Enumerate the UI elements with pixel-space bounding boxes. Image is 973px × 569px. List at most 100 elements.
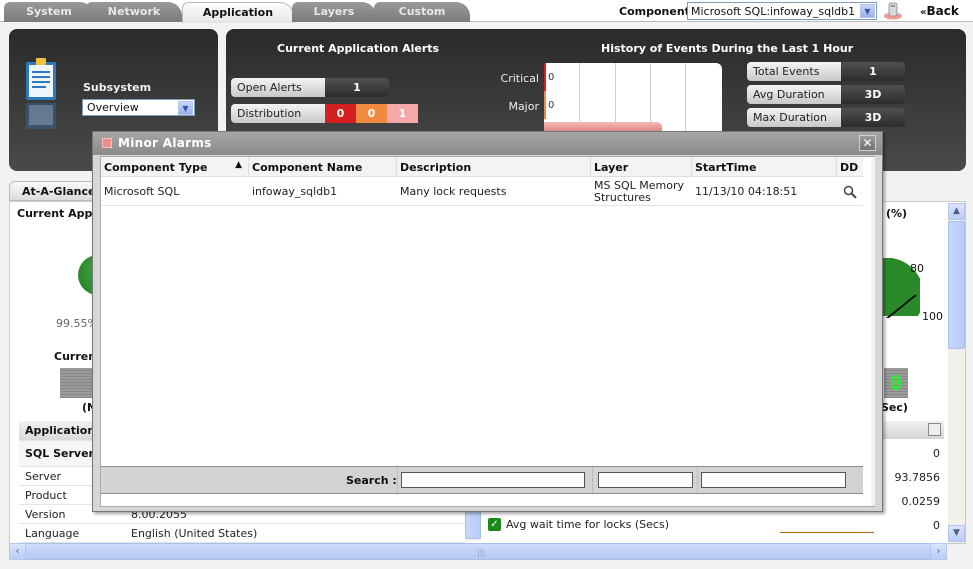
divider — [592, 467, 593, 493]
dialog-scrollbar[interactable] — [871, 157, 875, 506]
metric-label: Avg wait time for locks (Secs) — [506, 518, 669, 531]
gauge-tick-100: 100 — [922, 310, 943, 323]
distribution-pill: Distribution 0 0 1 — [231, 104, 418, 123]
scroll-grip-icon[interactable]: ||| — [477, 548, 485, 557]
grid-header: Component Type ▲ Component Name Descript… — [101, 157, 863, 177]
checkmark-icon[interactable]: ✓ — [488, 518, 501, 531]
dialog-title: Minor Alarms — [118, 136, 212, 150]
history-title: History of Events During the Last 1 Hour — [601, 42, 854, 55]
subsystem-select-value: Overview — [87, 101, 139, 114]
chevron-down-icon[interactable]: ▼ — [178, 101, 193, 115]
major-marker — [544, 91, 546, 119]
history-chart: 0 0 — [544, 63, 722, 133]
cell-description: Many lock requests — [400, 185, 507, 198]
max-duration-label: Max Duration — [747, 108, 841, 127]
vertical-scrollbar[interactable]: ▲ ▼ — [948, 203, 965, 543]
chevron-down-icon[interactable]: ▼ — [860, 4, 875, 18]
total-events-pill: Total Events 1 — [747, 62, 905, 81]
distribution-minor[interactable]: 1 — [387, 104, 418, 123]
column-starttime[interactable]: StartTime — [692, 157, 837, 176]
horizontal-scrollbar[interactable]: ‹ ||| › — [9, 543, 947, 560]
component-select-value: Microsoft SQL:infoway_sqldb1 — [691, 5, 856, 18]
maximize-icon[interactable] — [928, 423, 941, 436]
scroll-right-icon[interactable]: › — [930, 543, 947, 560]
subsystem-label: Subsystem — [83, 81, 152, 94]
metric-row: ✓ Avg wait time for locks (Secs) — [488, 518, 669, 531]
dialog-titlebar[interactable]: Minor Alarms ✕ — [93, 132, 882, 155]
open-alerts-label: Open Alerts — [231, 78, 325, 97]
search-input-starttime[interactable] — [701, 472, 846, 488]
cell-starttime: 11/13/10 04:18:51 — [695, 185, 798, 198]
distribution-label: Distribution — [231, 104, 325, 123]
led-display — [60, 368, 96, 398]
total-events-value: 1 — [841, 62, 905, 81]
avg-duration-pill: Avg Duration 3D — [747, 85, 905, 104]
distribution-major[interactable]: 0 — [356, 104, 387, 123]
column-description[interactable]: Description — [397, 157, 591, 176]
subsystem-select[interactable]: Overview ▼ — [82, 99, 195, 116]
search-input-description[interactable] — [401, 472, 585, 488]
back-label: Back — [926, 4, 959, 18]
row-value: English (United States) — [131, 527, 258, 540]
avg-duration-label: Avg Duration — [747, 85, 841, 104]
scroll-up-icon[interactable]: ▲ — [948, 203, 965, 220]
column-component-type[interactable]: Component Type ▲ — [101, 157, 249, 176]
column-layer[interactable]: Layer — [591, 157, 692, 176]
history-critical-label: Critical — [500, 72, 539, 85]
open-alerts-pill: Open Alerts 1 — [231, 78, 389, 97]
current-app-title: Current Appli — [17, 207, 100, 220]
scroll-down-icon[interactable]: ▼ — [948, 525, 965, 542]
cell-component-type: Microsoft SQL — [104, 185, 180, 198]
column-label: Component Type — [104, 161, 208, 174]
divider — [697, 467, 698, 493]
open-alerts-value: 1 — [325, 78, 389, 97]
column-component-name[interactable]: Component Name — [249, 157, 397, 176]
component-label: Component — [619, 5, 690, 18]
database-icon[interactable] — [883, 2, 903, 20]
tab-system[interactable]: System — [4, 2, 94, 22]
back-link[interactable]: «Back — [920, 4, 959, 18]
alarms-grid: Component Type ▲ Component Name Descript… — [100, 156, 875, 507]
minor-severity-icon — [102, 138, 112, 148]
max-duration-pill: Max Duration 3D — [747, 108, 905, 127]
table-row[interactable]: Microsoft SQL infoway_sqldb1 Many lock r… — [101, 178, 863, 206]
percent-label: (%) — [886, 207, 908, 220]
search-bar: Search : — [101, 466, 863, 494]
magnifier-icon[interactable] — [837, 178, 863, 205]
clipboard-icon — [26, 58, 56, 129]
current-alerts-title: Current Application Alerts — [277, 42, 440, 55]
app-root: System Network Application Layers Custom… — [0, 0, 973, 569]
component-select[interactable]: Microsoft SQL:infoway_sqldb1 ▼ — [687, 2, 877, 20]
tab-application[interactable]: Application — [182, 2, 294, 23]
sort-ascending-icon[interactable]: ▲ — [235, 160, 242, 170]
history-gridline — [685, 63, 686, 133]
tab-layers[interactable]: Layers — [292, 2, 376, 22]
tab-custom[interactable]: Custom — [374, 2, 470, 22]
tab-at-a-glance[interactable]: At-A-Glance — [9, 181, 99, 201]
table-row: Language English (United States) — [19, 524, 465, 543]
metric-value: 0.0259 — [901, 495, 941, 508]
max-duration-value: 3D — [841, 108, 905, 127]
cell-layer: MS SQL Memory Structures — [594, 178, 684, 204]
row-key: Language — [25, 527, 80, 540]
avg-duration-value: 3D — [841, 85, 905, 104]
column-dd[interactable]: DD — [837, 157, 863, 176]
metric-value: 0 — [933, 519, 940, 532]
sec-label: Sec) — [881, 401, 908, 414]
total-events-label: Total Events — [747, 62, 841, 81]
vertical-scroll-thumb[interactable] — [948, 221, 965, 349]
tab-network[interactable]: Network — [86, 2, 182, 22]
metric-value: 93.7856 — [894, 471, 941, 484]
critical-marker — [544, 63, 546, 91]
minor-alarms-dialog: Minor Alarms ✕ Component Type ▲ Componen… — [92, 131, 883, 512]
close-icon[interactable]: ✕ — [859, 135, 876, 151]
search-input-layer[interactable] — [598, 472, 693, 488]
top-tab-bar: System Network Application Layers Custom… — [0, 0, 973, 23]
trend-line — [780, 532, 874, 533]
distribution-critical[interactable]: 0 — [325, 104, 356, 123]
gauge-tick-80: 80 — [910, 262, 924, 275]
cell-component-name: infoway_sqldb1 — [252, 185, 338, 198]
scroll-left-icon[interactable]: ‹ — [9, 543, 26, 560]
search-label: Search : — [346, 474, 397, 487]
history-major-label: Major — [508, 100, 539, 113]
